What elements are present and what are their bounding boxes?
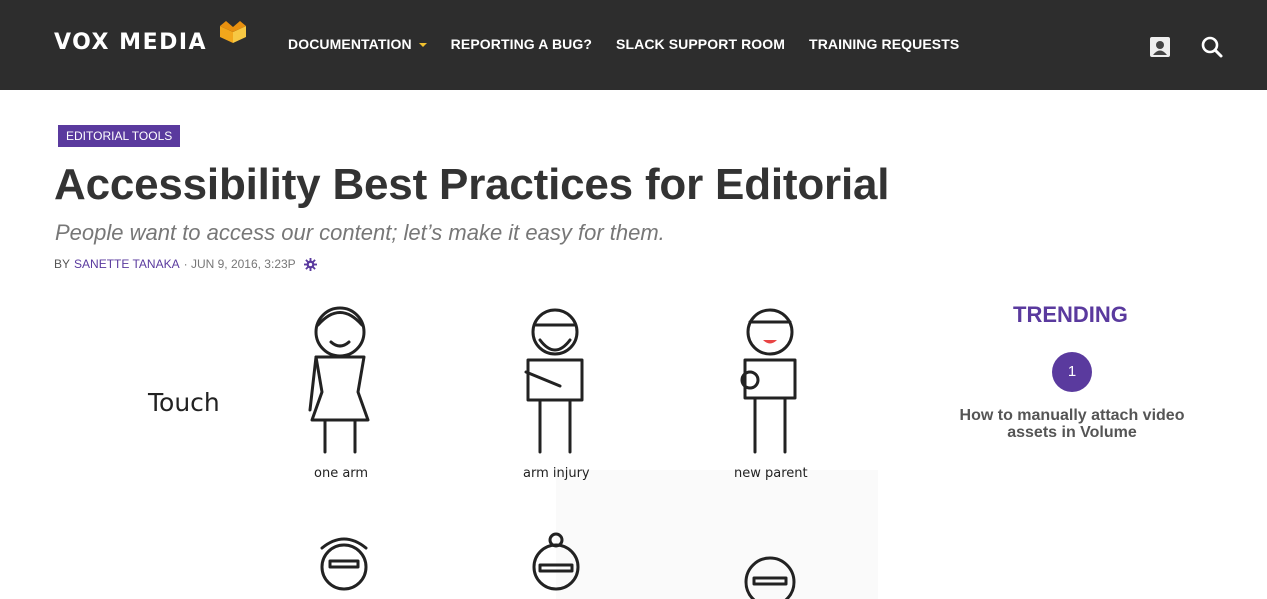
figure-label-one-arm: one arm — [314, 466, 369, 481]
arm-injury-figure — [524, 308, 584, 454]
accessibility-illustration — [308, 306, 797, 599]
one-arm-figure — [308, 306, 370, 454]
trending-rank-badge: 1 — [1052, 352, 1092, 392]
smile-mouth — [763, 340, 777, 344]
trending-heading: TRENDING — [1013, 302, 1128, 327]
second-row-figure-3 — [744, 556, 796, 599]
trending-item-link[interactable]: How to manually attach video assets in V… — [950, 407, 1194, 441]
new-parent-figure — [740, 308, 797, 454]
second-row-figure-1 — [320, 537, 368, 591]
second-row-figure-2 — [532, 532, 580, 591]
figure-label-new-parent: new parent — [734, 466, 808, 481]
figure-label-arm-injury: arm injury — [523, 466, 590, 481]
